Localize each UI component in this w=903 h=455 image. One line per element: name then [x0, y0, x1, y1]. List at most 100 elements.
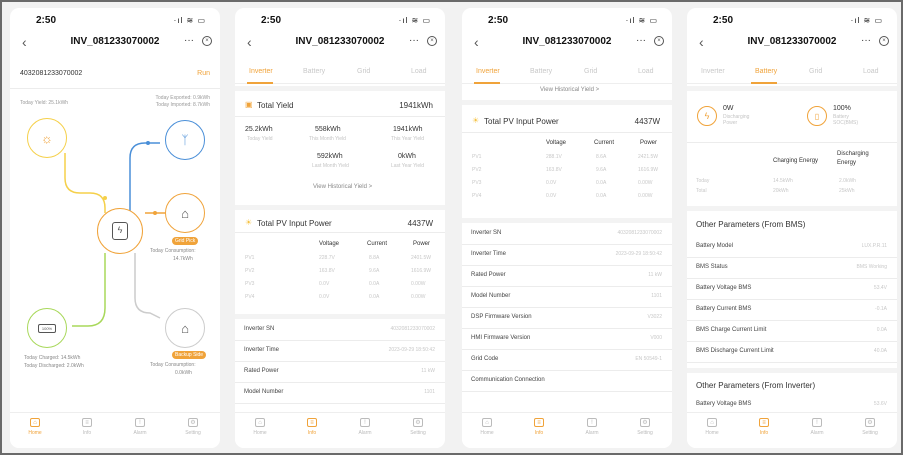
close-icon[interactable]: × — [654, 36, 664, 46]
nav-alarm[interactable]: ! Alarm — [797, 418, 837, 436]
pv-row-label: PV2 — [472, 167, 482, 173]
inverter-params-header: Other Parameters (From Inverter) — [696, 381, 816, 390]
tab-inverter[interactable]: Inverter — [701, 68, 725, 75]
inverter-icon: ϟ — [112, 222, 128, 240]
home-nav-icon: ⌂ — [255, 418, 265, 427]
info-row-label: Model Number — [244, 389, 284, 395]
row-divider — [235, 403, 445, 404]
info-tabs: Inverter Battery Grid Load — [462, 64, 672, 84]
pv-input-power-label: Total PV Input Power — [484, 117, 559, 126]
grid-node[interactable]: ᛉ — [165, 120, 205, 160]
gear-nav-icon: ⚙ — [413, 418, 423, 427]
more-icon[interactable]: ··· — [409, 35, 419, 46]
view-historical-yield-link[interactable]: View Historical Yield > — [313, 184, 372, 190]
nav-setting[interactable]: ⚙ Setting — [173, 418, 213, 436]
pv-row-value: 288.1V — [546, 154, 562, 160]
today-yield-value: 25.2kWh — [245, 126, 273, 133]
total-yield-value: 1941kWh — [399, 101, 433, 110]
view-historical-yield-link[interactable]: View Historical Yield > — [540, 87, 599, 93]
home-nav-icon: ⌂ — [482, 418, 492, 427]
phone-home-screen: 2:50 ·ıl ≋ ▭ ‹ INV_081233070002 ··· × 40… — [10, 8, 220, 448]
last-month-yield-value: 592kWh — [317, 153, 343, 160]
screenshot-collage: 2:50 ·ıl ≋ ▭ ‹ INV_081233070002 ··· × 40… — [2, 2, 901, 453]
bottom-nav: ⌂ Home ≡ Info ! Alarm ⚙ Setting — [235, 412, 445, 448]
status-time: 2:50 — [261, 15, 282, 26]
info-nav-icon: ≡ — [534, 418, 544, 427]
nav-home[interactable]: ⌂ Home — [467, 418, 507, 436]
info-row-value: -0.1A — [875, 306, 887, 312]
pv-row-value: 0.00W — [638, 193, 653, 199]
pv-row-value: 8.6A — [596, 154, 607, 160]
info-row-value: LUX.P.R.11 — [861, 243, 887, 249]
close-icon[interactable]: × — [879, 36, 889, 46]
info-row-label: Inverter SN — [244, 326, 275, 332]
nav-info[interactable]: ≡ Info — [519, 418, 559, 436]
pv-row-value: 0.0V — [319, 294, 330, 300]
tab-battery[interactable]: Battery — [303, 68, 325, 75]
nav-setting[interactable]: ⚙ Setting — [850, 418, 890, 436]
close-icon[interactable]: × — [427, 36, 437, 46]
info-row-label: Model Number — [471, 293, 511, 299]
tab-inverter[interactable]: Inverter — [249, 68, 273, 75]
today-consumption-value-2: 0.0kWh — [175, 370, 192, 376]
col-charging-energy: Charging Energy — [773, 158, 819, 164]
info-row-label: Grid Code — [471, 356, 499, 362]
tab-grid[interactable]: Grid — [809, 68, 822, 75]
info-row-value: 4032081233070002 — [390, 326, 436, 332]
nav-home[interactable]: ⌂ Home — [692, 418, 732, 436]
battery-node[interactable]: 100% — [27, 308, 67, 348]
nav-alarm[interactable]: ! Alarm — [120, 418, 160, 436]
row-divider — [462, 265, 672, 266]
bottom-nav: ⌂ Home ≡ Info ! Alarm ⚙ Setting — [462, 412, 672, 448]
nav-alarm[interactable]: ! Alarm — [345, 418, 385, 436]
more-icon[interactable]: ··· — [861, 35, 871, 46]
pv-power-icon: ☀ — [245, 218, 253, 227]
row-divider — [687, 278, 897, 279]
nav-info[interactable]: ≡ Info — [744, 418, 784, 436]
home-node[interactable]: ⌂ — [165, 193, 205, 233]
alarm-nav-icon: ! — [360, 418, 370, 427]
tab-load[interactable]: Load — [411, 68, 427, 75]
tab-load[interactable]: Load — [863, 68, 879, 75]
col-current: Current — [594, 140, 615, 146]
info-row-label: Inverter Time — [244, 347, 280, 353]
pv-row-value: 9.6A — [596, 167, 607, 173]
inverter-node[interactable]: ϟ — [97, 208, 143, 254]
energy-row-value: 25kWh — [839, 188, 855, 194]
tab-load[interactable]: Load — [638, 68, 654, 75]
backup-node[interactable]: ⌂ — [165, 308, 205, 348]
battery-soc-value: 100% — [833, 105, 851, 112]
pv-row-label: PV3 — [245, 281, 255, 287]
tab-battery[interactable]: Battery — [530, 68, 552, 75]
nav-alarm[interactable]: ! Alarm — [572, 418, 612, 436]
tab-inverter[interactable]: Inverter — [476, 68, 500, 75]
pv-node[interactable]: ☼ — [27, 118, 67, 158]
nav-info[interactable]: ≡ Info — [292, 418, 332, 436]
info-row-label: Battery Voltage BMS — [696, 401, 752, 407]
nav-home[interactable]: ⌂ Home — [240, 418, 280, 436]
row-divider — [687, 341, 897, 342]
pv-row-label: PV2 — [245, 268, 255, 274]
row-divider — [462, 244, 672, 245]
info-row-value: EN 50549-1 — [635, 356, 662, 362]
nav-setting[interactable]: ⚙ Setting — [398, 418, 438, 436]
energy-row-value: 2.0kWh — [839, 178, 856, 184]
row-divider — [687, 257, 897, 258]
tab-grid[interactable]: Grid — [584, 68, 597, 75]
row-divider — [462, 286, 672, 287]
more-icon[interactable]: ··· — [636, 35, 646, 46]
col-discharging-energy: Discharging Energy — [837, 151, 869, 166]
tab-grid[interactable]: Grid — [357, 68, 370, 75]
today-charged: Today Charged: 14.5kWh — [24, 355, 81, 361]
info-row-value: 11 kW — [648, 272, 662, 278]
pv-row-value: 163.8V — [319, 268, 335, 274]
grid-pick-pill: Grid Pick — [172, 237, 199, 245]
nav-home[interactable]: ⌂ Home — [15, 418, 55, 436]
gear-nav-icon: ⚙ — [865, 418, 875, 427]
today-consumption-value-1: 14.7kWh — [173, 256, 193, 262]
nav-info[interactable]: ≡ Info — [67, 418, 107, 436]
tab-battery[interactable]: Battery — [755, 68, 777, 75]
pv-power-icon: ☀ — [472, 116, 480, 125]
pv-input-power-value: 4437W — [634, 117, 660, 126]
nav-setting[interactable]: ⚙ Setting — [625, 418, 665, 436]
